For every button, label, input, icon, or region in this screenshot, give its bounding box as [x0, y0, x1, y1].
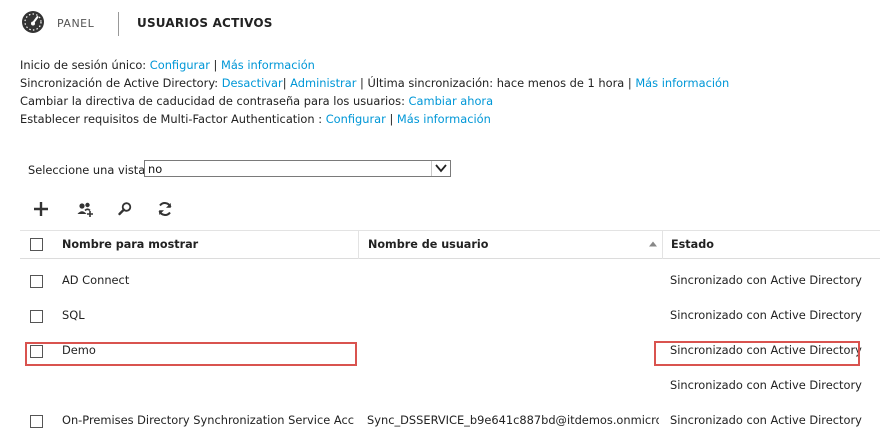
column-header-username[interactable]: Nombre de usuario [358, 231, 663, 259]
username-cell [367, 298, 659, 333]
mfa-line: Establecer requisitos de Multi-Factor Au… [20, 110, 880, 128]
status-cell: Sincronizado con Active Directory [670, 343, 862, 357]
view-select-value: no [148, 162, 163, 176]
row-checkbox[interactable] [30, 310, 43, 323]
separator: | [282, 76, 287, 90]
sso-more-info-link[interactable]: Más información [221, 58, 315, 72]
ad-more-info-link[interactable]: Más información [635, 76, 729, 90]
mfa-label: Establecer requisitos de Multi-Factor Au… [20, 112, 323, 126]
last-sync-text: Última sincronización: hace menos de 1 h… [367, 76, 625, 90]
mfa-configure-link[interactable]: Configurar [326, 112, 386, 126]
nav-panel-link[interactable]: PANEL [57, 17, 94, 30]
table-row[interactable]: Sincronizado con Active Directory [20, 368, 880, 403]
display-name-cell: Demo [62, 343, 96, 357]
sso-label: Inicio de sesión único: [20, 58, 147, 72]
sso-configure-link[interactable]: Configurar [150, 58, 210, 72]
page-title: USUARIOS ACTIVOS [137, 16, 273, 30]
status-cell: Sincronizado con Active Directory [670, 378, 862, 392]
settings-info: Inicio de sesión único: Configurar | Más… [20, 56, 880, 128]
row-checkbox[interactable] [30, 415, 43, 428]
status-cell: Sincronizado con Active Directory [670, 273, 862, 287]
users-table: Nombre para mostrar Nombre de usuario Es… [20, 230, 880, 438]
separator: | [627, 76, 632, 90]
table-row[interactable]: On-Premises Directory Synchronization Se… [20, 403, 880, 438]
table-row[interactable]: Demo Sincronizado con Active Directory [20, 333, 880, 368]
status-cell: Sincronizado con Active Directory [670, 308, 862, 322]
status-cell: Sincronizado con Active Directory [670, 413, 862, 427]
username-cell [367, 333, 659, 368]
dashboard-gauge-icon[interactable] [21, 10, 45, 34]
ad-deactivate-link[interactable]: Desactivar [222, 76, 283, 90]
change-now-link[interactable]: Cambiar ahora [409, 94, 494, 108]
view-label: Seleccione una vista: [28, 163, 150, 177]
sso-line: Inicio de sesión único: Configurar | Más… [20, 56, 880, 74]
table-row[interactable]: AD Connect Sincronizado con Active Direc… [20, 263, 880, 298]
add-icon[interactable] [30, 198, 52, 220]
display-name-cell [62, 368, 354, 403]
row-checkbox[interactable] [30, 345, 43, 358]
ad-manage-link[interactable]: Administrar [290, 76, 356, 90]
username-cell [367, 368, 659, 403]
separator: | [360, 76, 364, 90]
select-all-checkbox[interactable] [30, 238, 43, 251]
username-cell: Sync_DSSERVICE_b9e641c887bd@itdemos.onmi… [367, 413, 659, 427]
chevron-down-icon[interactable] [431, 161, 450, 176]
password-policy-line: Cambiar la directiva de caducidad de con… [20, 92, 880, 110]
row-checkbox[interactable] [30, 275, 43, 288]
password-policy-label: Cambiar la directiva de caducidad de con… [20, 94, 405, 108]
separator: | [213, 58, 218, 72]
display-name-cell: SQL [62, 308, 85, 322]
nav-divider [118, 12, 119, 36]
add-users-icon[interactable] [74, 198, 96, 220]
separator: | [389, 112, 394, 126]
ad-sync-label: Sincronización de Active Directory: [20, 76, 219, 90]
column-header-status[interactable]: Estado [662, 231, 880, 259]
view-select[interactable]: no [144, 160, 451, 177]
sort-ascending-icon[interactable] [648, 239, 658, 249]
search-icon[interactable] [114, 198, 136, 220]
refresh-icon[interactable] [154, 198, 176, 220]
ad-sync-line: Sincronización de Active Directory: Desa… [20, 74, 880, 92]
display-name-cell: On-Premises Directory Synchronization Se… [62, 413, 354, 427]
table-row[interactable]: SQL Sincronizado con Active Directory [20, 298, 880, 333]
column-header-display-name[interactable]: Nombre para mostrar [62, 231, 358, 259]
table-header: Nombre para mostrar Nombre de usuario Es… [20, 230, 880, 259]
username-cell [367, 263, 659, 298]
display-name-cell: AD Connect [62, 273, 130, 287]
mfa-more-info-link[interactable]: Más información [397, 112, 491, 126]
top-bar: PANEL USUARIOS ACTIVOS [0, 0, 880, 48]
